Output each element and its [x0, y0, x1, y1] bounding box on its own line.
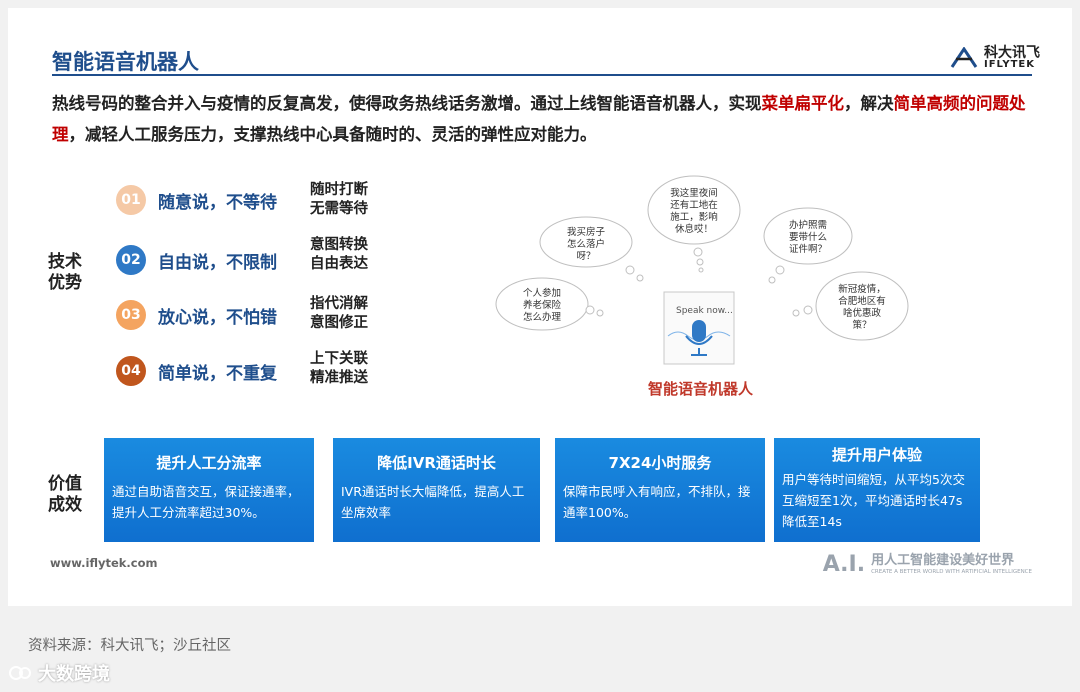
tech-label-line2: 优势: [48, 273, 82, 293]
watermark: 大数跨境: [8, 660, 110, 686]
tech-item-desc-1: 随时打断 无需等待: [310, 181, 368, 219]
footer-url[interactable]: www.iflytek.com: [50, 556, 157, 570]
tech-item-3: 03 放心说，不怕错: [116, 299, 288, 331]
tech-item-number: 02: [116, 245, 146, 275]
bubble-text: 我这里夜间: [670, 187, 718, 199]
desc-line: 随时打断: [310, 182, 368, 198]
tech-item-number: 03: [116, 300, 146, 330]
speak-now-text: Speak now...: [676, 306, 733, 316]
bubble-text: 怎么办理: [523, 311, 562, 323]
footer-ai-logo: A.I. 用人工智能建设美好世界 CREATE A BETTER WORLD W…: [823, 552, 1032, 577]
source-note: 资料来源：科大讯飞；沙丘社区: [28, 638, 231, 654]
robot-illustration: 我买房子 怎么落户 呀？ 我这里夜间 还有工地在 施工，影响 休息哎！ 办护照需…: [495, 175, 909, 365]
robot-title: 智能语音机器人: [648, 380, 754, 398]
value-card-2: 降低IVR通话时长 IVR通话时长大幅降低，提高人工坐席效率: [333, 438, 540, 542]
desc-line: 上下关联: [310, 351, 368, 367]
card-title: 提升人工分流率: [156, 454, 262, 472]
tech-label: 技术 优势: [48, 252, 88, 294]
tech-item-desc-3: 指代消解 意图修正: [310, 295, 368, 333]
desc-line: 意图转换: [310, 237, 368, 253]
page-title: 智能语音机器人: [52, 50, 199, 74]
bubble-text: 合肥地区有: [838, 295, 886, 307]
watermark-logo-icon: [9, 666, 31, 680]
value-label-line2: 成效: [48, 495, 82, 515]
iflytek-mark-icon: [950, 47, 978, 68]
intro-highlight1: 菜单扁平化: [761, 94, 845, 113]
desc-line: 意图修正: [310, 315, 368, 331]
tech-item-desc-2: 意图转换 自由表达: [310, 236, 368, 274]
card-title: 降低IVR通话时长: [377, 454, 496, 472]
logo-en-text: IFLYTEK: [984, 59, 1036, 70]
title-underline: [52, 74, 1032, 76]
tech-item-text: 随意说，不等待: [158, 192, 277, 213]
speak-now-panel: Speak now...: [663, 291, 735, 365]
bubble-text: 证件啊？: [789, 243, 827, 255]
card-title: 7X24小时服务: [608, 454, 712, 472]
value-card-1: 提升人工分流率 通过自助语音交互，保证接通率，提升人工分流率超过30%。: [104, 438, 314, 542]
card-title: 提升用户体验: [831, 446, 922, 464]
tech-item-number: 04: [116, 356, 146, 386]
intro-part1: 热线号码的整合并入与疫情的反复高发，使得政务热线话务激增。通过上线智能语音机器人…: [52, 94, 762, 113]
intro-part3: ，减轻人工服务压力，支撑热线中心具备随时的、灵活的弹性应对能力。: [68, 125, 597, 144]
iflytek-logo: 科大讯飞 IFLYTEK: [950, 46, 1040, 70]
bubble-text: 策？: [852, 319, 871, 331]
bubble-text: 呀？: [576, 251, 595, 262]
intro-part2: ，解决: [844, 94, 894, 113]
bubble-text: 休息哎！: [675, 223, 713, 235]
tech-item-text: 自由说，不限制: [158, 252, 277, 273]
tech-item-1: 01 随意说，不等待: [116, 184, 288, 216]
ai-slogan-en: CREATE A BETTER WORLD WITH ARTIFICIAL IN…: [871, 568, 1032, 575]
bubble-text: 要带什么: [789, 231, 827, 243]
bubble-text: 啥优惠政: [843, 307, 882, 319]
bubble-text: 我买房子: [567, 226, 606, 238]
intro-paragraph: 热线号码的整合并入与疫情的反复高发，使得政务热线话务激增。通过上线智能语音机器人…: [52, 88, 1032, 150]
bubble-text: 怎么落户: [567, 238, 605, 250]
card-body: 保障市民呼入有响应，不排队，接通率100%。: [563, 484, 751, 520]
bubble-text: 办护照需: [789, 219, 827, 231]
tech-item-2: 02 自由说，不限制: [116, 244, 288, 276]
logo-cn-text: 科大讯飞: [984, 45, 1040, 61]
tech-item-text: 放心说，不怕错: [158, 307, 277, 328]
tech-item-4: 04 简单说，不重复: [116, 355, 288, 387]
ai-slogan-cn: 用人工智能建设美好世界: [871, 552, 1015, 568]
card-body: IVR通话时长大幅降低，提高人工坐席效率: [341, 484, 525, 520]
watermark-text: 大数跨境: [38, 664, 110, 685]
bubble-text: 施工，影响: [670, 211, 718, 223]
bubble-text: 新冠疫情，: [838, 283, 886, 295]
card-body: 用户等待时间缩短，从平均5次交互缩短至1次，平均通话时长47s降低至14s: [782, 472, 965, 529]
bubble-text: 还有工地在: [670, 199, 718, 211]
desc-line: 指代消解: [310, 296, 368, 312]
value-card-3: 7X24小时服务 保障市民呼入有响应，不排队，接通率100%。: [555, 438, 765, 542]
value-label: 价值 成效: [48, 474, 88, 516]
ai-mark: A.I.: [822, 552, 866, 577]
value-label-line1: 价值: [48, 474, 82, 494]
desc-line: 无需等待: [310, 201, 368, 217]
bubble-text: 养老保险: [523, 299, 562, 311]
desc-line: 精准推送: [310, 370, 368, 386]
tech-label-line1: 技术: [48, 252, 82, 272]
tech-item-desc-4: 上下关联 精准推送: [310, 350, 368, 388]
value-card-4: 提升用户体验 用户等待时间缩短，从平均5次交互缩短至1次，平均通话时长47s降低…: [774, 438, 980, 542]
bubble-text: 个人参加: [523, 287, 561, 299]
tech-item-text: 简单说，不重复: [158, 363, 277, 384]
card-body: 通过自助语音交互，保证接通率，提升人工分流率超过30%。: [112, 484, 300, 520]
desc-line: 自由表达: [310, 256, 368, 272]
tech-item-number: 01: [116, 185, 146, 215]
